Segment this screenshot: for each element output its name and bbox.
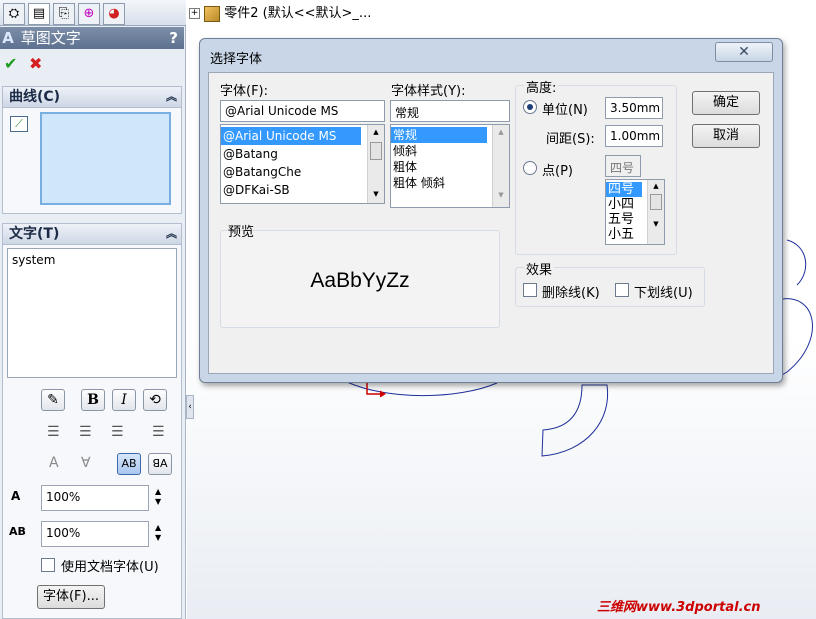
panel-title: 草图文字 [20,29,81,47]
point-label: 点(P) [542,164,573,179]
width-factor-icon: A [11,489,21,503]
font-list-scrollbar[interactable]: ▲ ▼ [367,125,384,203]
unit-input[interactable]: 3.50mm [605,97,663,119]
effects-label: 效果 [524,259,555,278]
spacing-spin-icon[interactable]: ▲ ▼ [155,523,161,543]
curve-section-header[interactable]: 曲线(C) ︽ [2,86,182,108]
property-manager: ⛭ ▤ ⎘ ⊕ ◕ A 草图文字 ? ✔ ✖ 曲线(C) ︽ ⟋ 文字(T) ︽… [0,0,194,619]
tree-root[interactable]: + 零件2 (默认<<默认>_... [189,2,371,22]
style-list-scrollbar[interactable]: ▲ ▼ [492,125,509,207]
curve-selection-box[interactable] [40,112,171,205]
collapse-icon[interactable]: ︽ [166,87,177,107]
font-list-item[interactable]: @BatangChe [221,163,384,181]
font-list[interactable]: @Arial Unicode MS @Batang @BatangChe @DF… [220,124,385,204]
strikethrough-checkbox[interactable] [523,283,537,297]
flip-horizontal-button[interactable]: AB [117,453,141,475]
text-section-header[interactable]: 文字(T) ︽ [2,223,182,245]
flip-vertical-down-icon[interactable]: ∀ [81,455,91,471]
expand-icon[interactable]: + [189,8,200,19]
font-button[interactable]: 字体(F)... [37,585,105,609]
point-radio[interactable] [523,161,537,175]
font-label: 字体(F): [220,84,269,99]
dialog-body: 字体(F): @Arial Unicode MS @Arial Unicode … [208,72,774,374]
flip-vertical-icon[interactable]: A [49,455,59,471]
align-center-icon[interactable]: ☰ [79,424,92,440]
help-button[interactable]: ? [169,27,178,49]
point-list[interactable]: 四号 小四 五号 小五 ▲ ▼ [605,179,665,245]
point-input[interactable]: 四号 [605,155,641,177]
ok-button[interactable]: 确定 [692,91,760,115]
watermark: 三维网www.3dportal.cn [597,600,761,615]
tree-root-label: 零件2 (默认<<默认>_... [224,6,372,21]
width-factor-input[interactable]: 100% [41,485,149,511]
point-list-scrollbar[interactable]: ▲ ▼ [647,180,664,244]
flip-horizontal-reverse-button[interactable]: ꓭA [148,453,172,475]
justify-icon[interactable]: ☰ [152,424,165,440]
ok-check-icon[interactable]: ✔ [4,54,17,73]
style-label: 字体样式(Y): [391,84,466,99]
choose-font-dialog: 选择字体 ✕ 字体(F): @Arial Unicode MS @Arial U… [199,38,783,383]
height-label: 高度: [524,77,559,96]
italic-button[interactable]: I [112,389,136,411]
style-input[interactable]: 常规 [390,100,510,122]
manager-tabs: ⛭ ▤ ⎘ ⊕ ◕ [0,0,186,26]
style-list[interactable]: 常规 倾斜 粗体 粗体 倾斜 ▲ ▼ [390,124,510,208]
bold-button[interactable]: B [81,389,105,411]
text-section-title: 文字(T) [9,226,60,242]
use-doc-font-checkbox[interactable] [41,558,55,572]
feature-manager-tab-icon[interactable]: ⛭ [3,3,25,25]
align-left-icon[interactable]: ☰ [47,424,60,440]
panel-titlebar: A 草图文字 ? [0,27,184,49]
width-spin-icon[interactable]: ▲ ▼ [155,487,161,507]
underline-checkbox[interactable] [615,283,629,297]
point-list-item[interactable]: 四号 [606,182,642,197]
collapse-icon[interactable]: ︽ [166,224,177,244]
spacing-label: 间距(S): [546,132,595,147]
style-list-item[interactable]: 常规 [391,127,487,143]
dialog-close-button[interactable]: ✕ [715,42,773,62]
font-list-item[interactable]: @Batang [221,145,384,163]
curve-section-body: ⟋ [2,108,182,214]
cancel-x-icon[interactable]: ✖ [29,54,42,73]
align-right-icon[interactable]: ☰ [111,424,124,440]
link-property-button[interactable]: ✎ [41,389,65,411]
sketch-text-icon: A [2,29,14,47]
preview-label: 预览 [228,225,255,240]
use-doc-font-label: 使用文档字体(U) [61,560,159,575]
font-list-item[interactable]: @Arial Unicode MS [221,127,361,145]
text-section-body: system ✎ B I ⟲ ☰ ☰ ☰ ☰ A ∀ AB ꓭA A 100% … [2,245,182,619]
spacing-input[interactable]: 1.00mm [605,125,663,147]
dialog-title: 选择字体 [210,52,263,67]
cancel-button[interactable]: 取消 [692,124,760,148]
underline-label: 下划线(U) [634,286,693,301]
text-input[interactable]: system [7,248,177,378]
font-list-item[interactable]: @DFKai-SB [221,181,384,199]
configuration-manager-tab-icon[interactable]: ⎘ [53,3,75,25]
char-spacing-icon: AB [9,525,26,538]
font-input[interactable]: @Arial Unicode MS [220,100,385,122]
property-manager-tab-icon[interactable]: ▤ [28,3,50,25]
unit-radio[interactable] [523,100,537,114]
unit-label: 单位(N) [542,103,588,118]
preview-text: AaBbYyZz [310,269,410,292]
curve-section-title: 曲线(C) [9,89,61,105]
curve-select-icon: ⟋ [10,116,28,132]
part-icon [204,5,221,22]
strikethrough-label: 删除线(K) [542,286,600,301]
dimxpert-tab-icon[interactable]: ⊕ [78,3,100,25]
display-manager-tab-icon[interactable]: ◕ [103,3,125,25]
char-spacing-input[interactable]: 100% [41,521,149,547]
panel-splitter-handle[interactable]: ‹ [186,395,194,419]
rotate-button[interactable]: ⟲ [143,389,167,411]
